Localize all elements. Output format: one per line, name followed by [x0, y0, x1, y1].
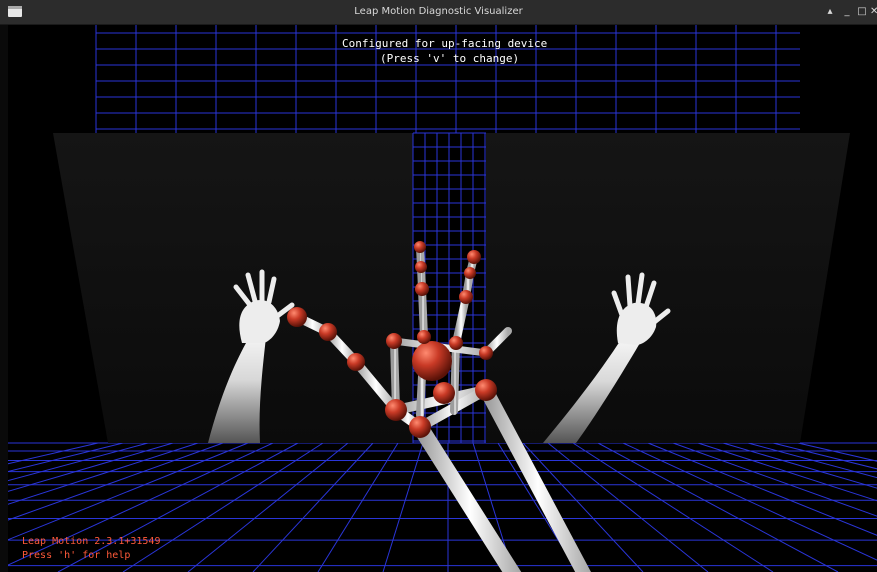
help-hint: Press 'h' for help	[22, 550, 131, 561]
window-titlebar[interactable]: Leap Motion Diagnostic Visualizer ▴ _ □ …	[0, 0, 877, 25]
minimize-icon[interactable]: _	[840, 3, 854, 21]
visualizer-viewport[interactable]: Configured for up-facing device (Press '…	[8, 25, 877, 572]
scene-canvas	[8, 25, 877, 572]
right-camera-panel	[486, 133, 850, 443]
shade-icon[interactable]: ▴	[823, 3, 837, 21]
left-camera-panel	[53, 133, 413, 443]
config-message: Configured for up-facing device	[342, 37, 548, 50]
close-icon[interactable]: ✕	[870, 3, 877, 21]
window-title: Leap Motion Diagnostic Visualizer	[354, 6, 523, 17]
config-hint: (Press 'v' to change)	[380, 52, 520, 65]
version-label: Leap Motion 2.3.1+31549	[22, 536, 161, 547]
maximize-icon[interactable]: □	[855, 3, 869, 21]
